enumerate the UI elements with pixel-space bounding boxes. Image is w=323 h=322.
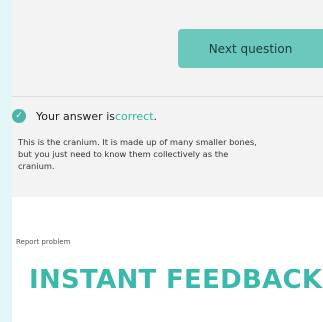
report-problem-link[interactable]: Report problem [16,238,70,246]
feedback-explanation: This is the cranium. It is made up of ma… [18,137,257,171]
section-heading: INSTANT FEEDBACK [29,265,323,295]
feedback-card: Next question ✓ Your answer is correct .… [12,0,323,322]
check-circle-icon: ✓ [12,109,26,123]
question-panel: Next question ✓ Your answer is correct .… [12,0,323,197]
feedback-suffix: . [153,109,158,123]
feedback-prefix: Your answer is [36,109,115,123]
next-question-button[interactable]: Next question [178,29,323,68]
feedback-result: correct [115,109,154,123]
panel-divider [12,96,323,97]
feedback-status: ✓ Your answer is correct . [12,108,317,124]
